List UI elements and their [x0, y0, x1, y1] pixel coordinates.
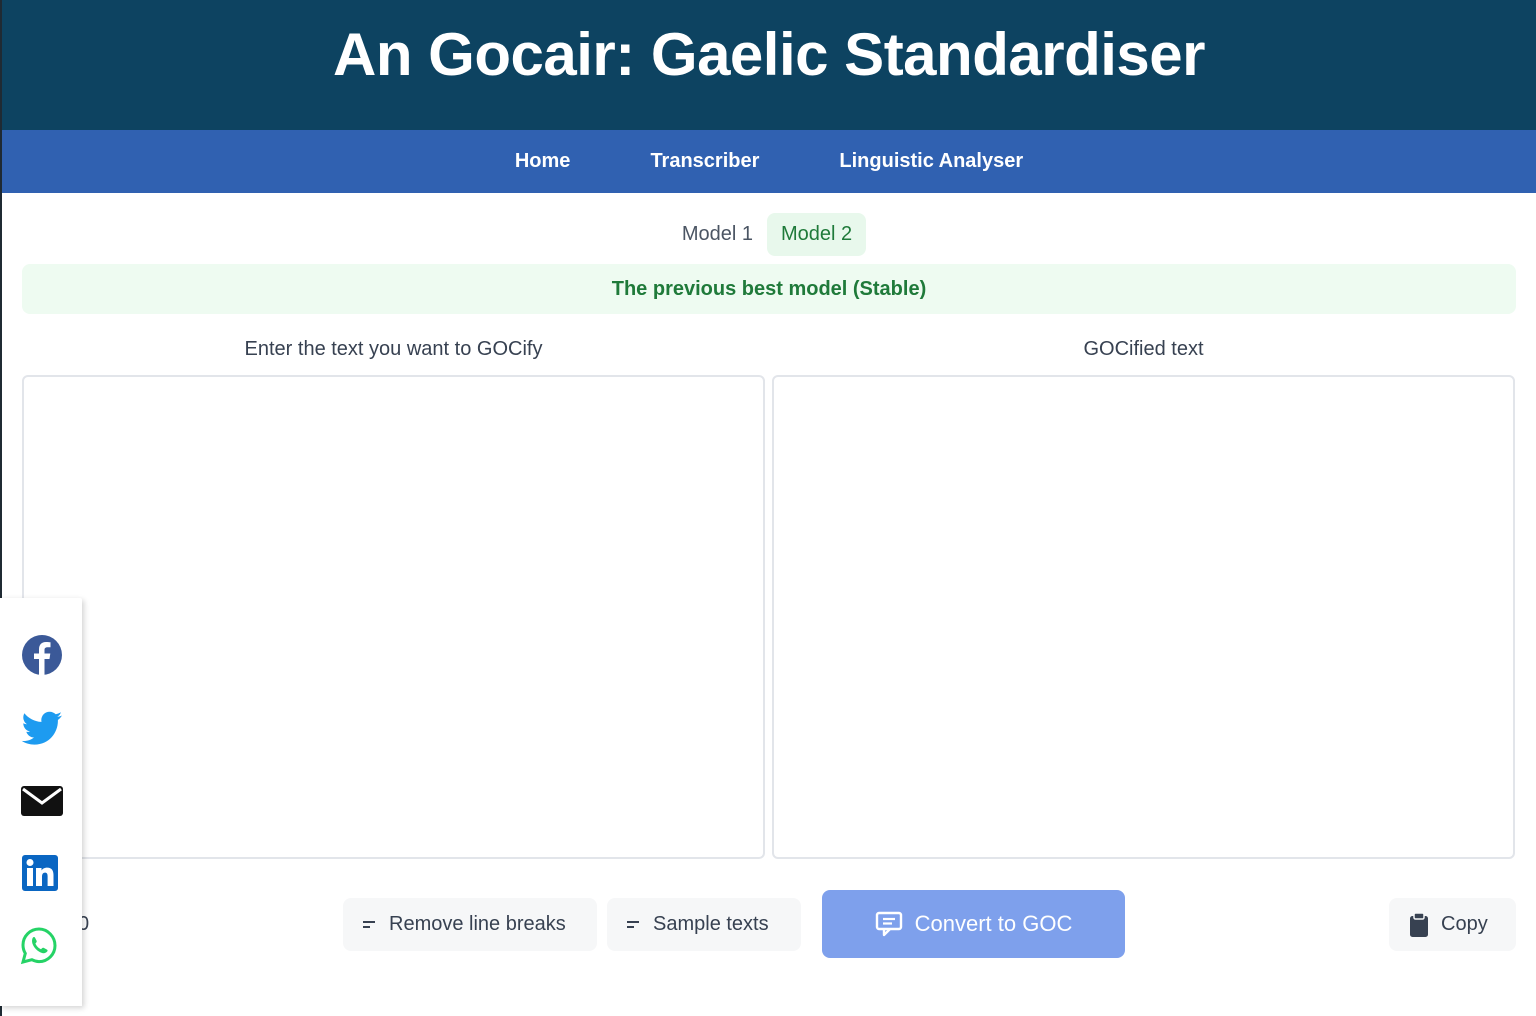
lines-icon — [363, 920, 377, 930]
main-nav: Home Transcriber Linguistic Analyser — [2, 130, 1536, 193]
nav-transcriber-link[interactable]: Transcriber — [610, 150, 799, 173]
site-header: An Gocair: Gaelic Standardiser — [2, 0, 1536, 130]
whatsapp-icon[interactable] — [20, 925, 64, 969]
output-textarea[interactable] — [772, 375, 1515, 859]
input-panel-label: Enter the text you want to GOCify — [244, 338, 543, 360]
chat-icon — [875, 911, 902, 937]
remove-line-breaks-label: Remove line breaks — [389, 913, 566, 935]
twitter-icon[interactable] — [20, 706, 64, 750]
page-title: An Gocair: Gaelic Standardiser — [333, 20, 1205, 88]
facebook-icon[interactable] — [20, 633, 64, 677]
output-panel-label: GOCified text — [1083, 338, 1204, 360]
model-description-banner: The previous best model (Stable) — [22, 264, 1516, 314]
linkedin-icon[interactable] — [20, 852, 64, 896]
clipboard-icon — [1410, 911, 1428, 937]
convert-label: Convert to GOC — [914, 911, 1073, 936]
nav-linguistic-analyser-link[interactable]: Linguistic Analyser — [799, 150, 1063, 173]
sample-texts-label: Sample texts — [653, 913, 769, 935]
model-tabs: Model 1 Model 2 — [0, 213, 1536, 256]
lines-icon — [627, 920, 641, 930]
remove-line-breaks-button[interactable]: Remove line breaks — [343, 898, 597, 951]
sample-texts-button[interactable]: Sample texts — [607, 898, 801, 951]
copy-button[interactable]: Copy — [1389, 898, 1516, 951]
nav-home-link[interactable]: Home — [475, 150, 611, 173]
share-sidebar — [0, 598, 82, 1006]
convert-to-goc-button[interactable]: Convert to GOC — [822, 890, 1125, 958]
tab-model-1[interactable]: Model 1 — [668, 213, 767, 256]
input-textarea[interactable] — [22, 375, 765, 859]
email-icon[interactable] — [20, 779, 64, 823]
copy-label: Copy — [1441, 913, 1488, 935]
tab-model-2[interactable]: Model 2 — [767, 213, 867, 256]
